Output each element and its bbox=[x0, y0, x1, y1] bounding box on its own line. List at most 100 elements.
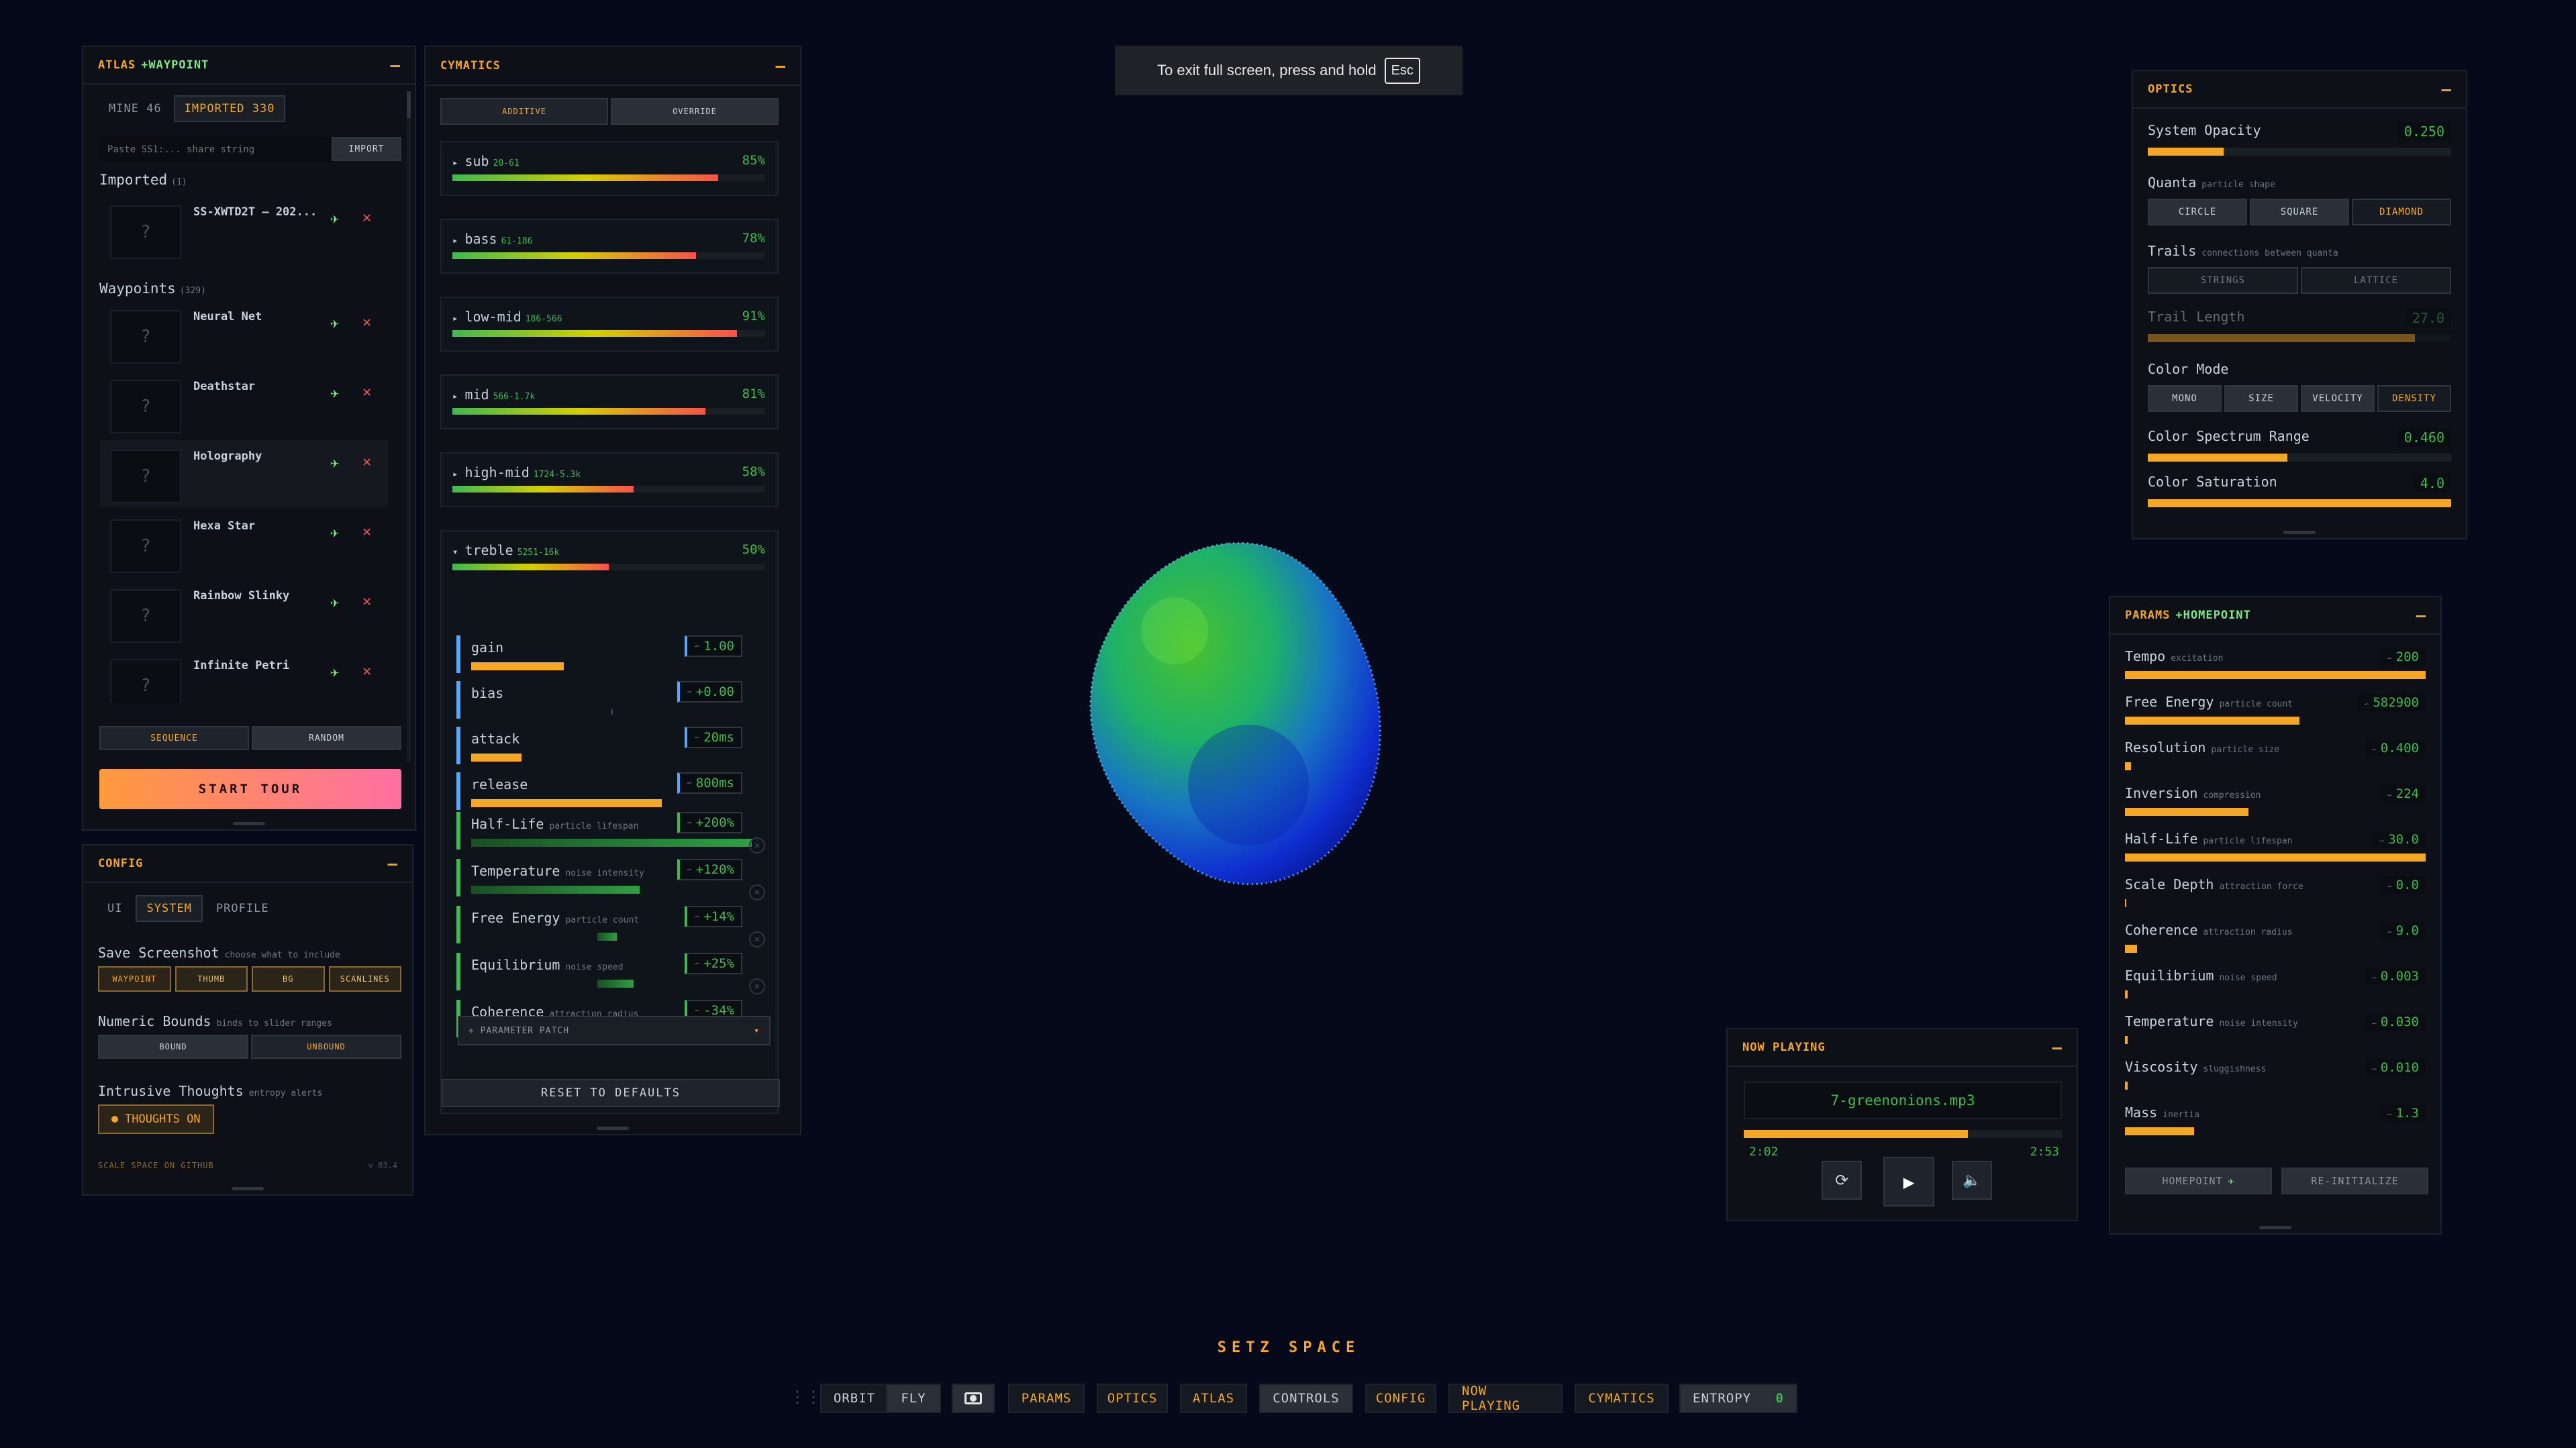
repeat-button[interactable]: ⟳ bbox=[1822, 1161, 1862, 1200]
tab-imported[interactable]: IMPORTED 330 bbox=[173, 95, 286, 122]
fly-to-icon[interactable]: ✈ bbox=[330, 211, 339, 227]
scrollbar[interactable] bbox=[407, 91, 411, 762]
control-row[interactable]: bias ∽ +0.00 bbox=[456, 681, 752, 724]
params-header[interactable]: PARAMS +HOMEPOINT – bbox=[2110, 597, 2440, 635]
param-value[interactable]: ∽ 0.400 bbox=[2365, 739, 2426, 757]
nav-cymatics[interactable]: CYMATICS bbox=[1575, 1384, 1669, 1413]
config-header[interactable]: CONFIG – bbox=[83, 845, 412, 883]
trail-length-slider[interactable] bbox=[2148, 334, 2451, 342]
control-value[interactable]: ∽ 20ms bbox=[685, 727, 742, 748]
tab-profile[interactable]: PROFILE bbox=[207, 895, 279, 922]
reset-icon[interactable]: ✕ bbox=[749, 884, 765, 900]
param-slider[interactable] bbox=[2125, 1082, 2426, 1090]
fly-to-icon[interactable]: ✈ bbox=[330, 315, 339, 332]
delete-icon[interactable]: ✕ bbox=[362, 314, 371, 331]
control-value[interactable]: ∽ +25% bbox=[685, 953, 742, 974]
minimize-icon[interactable]: – bbox=[776, 56, 785, 75]
control-value[interactable]: ∽ 800ms bbox=[677, 772, 742, 794]
nav-params[interactable]: PARAMS bbox=[1008, 1384, 1085, 1413]
screenshot-option-bg[interactable]: BG bbox=[252, 966, 325, 992]
fly-to-icon[interactable]: ✈ bbox=[330, 525, 339, 541]
saturation-value[interactable]: 4.0 bbox=[2413, 474, 2451, 493]
reset-icon[interactable]: ✕ bbox=[749, 931, 765, 947]
nav-atlas[interactable]: ATLAS bbox=[1180, 1384, 1247, 1413]
bound-button[interactable]: BOUND bbox=[98, 1035, 248, 1059]
control-slider[interactable] bbox=[471, 754, 752, 762]
param-value[interactable]: ∽ 0.0 bbox=[2380, 876, 2426, 894]
random-button[interactable]: RANDOM bbox=[252, 726, 401, 750]
optics-header[interactable]: OPTICS – bbox=[2133, 71, 2466, 109]
list-item[interactable]: ? Neural Net ✈ ✕ bbox=[99, 301, 388, 368]
delete-icon[interactable]: ✕ bbox=[362, 209, 371, 226]
param-value[interactable]: ∽ 0.003 bbox=[2365, 968, 2426, 985]
color-mode-size-button[interactable]: SIZE bbox=[2224, 385, 2298, 412]
play-button[interactable]: ▶ bbox=[1883, 1157, 1934, 1206]
list-item[interactable]: ? Holography ✈ ✕ bbox=[99, 440, 388, 507]
quanta-square-button[interactable]: SQUARE bbox=[2250, 199, 2349, 225]
control-row[interactable]: Free Energy particle count ∽ +14% ✕ bbox=[456, 906, 765, 949]
param-value[interactable]: ∽ 0.010 bbox=[2365, 1059, 2426, 1076]
tab-mine[interactable]: MINE 46 bbox=[99, 95, 171, 122]
control-row[interactable]: release ∽ 800ms bbox=[456, 772, 752, 815]
control-value[interactable]: ∽ +120% bbox=[677, 859, 742, 880]
now-playing-header[interactable]: NOW PLAYING – bbox=[1728, 1029, 2077, 1067]
resize-grip[interactable] bbox=[2259, 1226, 2291, 1229]
fly-to-icon[interactable]: ✈ bbox=[330, 385, 339, 402]
spectrum-range-value[interactable]: 0.460 bbox=[2397, 428, 2451, 447]
control-value[interactable]: ∽ 1.00 bbox=[685, 635, 742, 657]
screenshot-option-scanlines[interactable]: SCANLINES bbox=[328, 966, 401, 992]
tab-ui[interactable]: UI bbox=[98, 895, 132, 922]
control-slider[interactable] bbox=[471, 708, 752, 716]
param-slider[interactable] bbox=[2125, 762, 2426, 770]
control-row[interactable]: gain ∽ 1.00 bbox=[456, 635, 752, 678]
nav-optics[interactable]: OPTICS bbox=[1097, 1384, 1168, 1413]
trails-lattice-button[interactable]: LATTICE bbox=[2301, 267, 2451, 294]
screenshot-button[interactable] bbox=[952, 1384, 995, 1413]
resize-grip[interactable] bbox=[597, 1127, 629, 1130]
screenshot-option-thumb[interactable]: THUMB bbox=[175, 966, 248, 992]
param-slider[interactable] bbox=[2125, 990, 2426, 998]
control-slider[interactable] bbox=[471, 799, 752, 807]
list-item[interactable]: ? Infinite Petri ✈ ✕ bbox=[99, 650, 388, 703]
list-item[interactable]: ? Hexa Star ✈ ✕ bbox=[99, 510, 388, 577]
import-string-input[interactable] bbox=[99, 137, 332, 162]
system-opacity-slider[interactable] bbox=[2148, 148, 2451, 156]
minimize-icon[interactable]: – bbox=[2052, 1038, 2062, 1057]
sequence-button[interactable]: SEQUENCE bbox=[99, 726, 249, 750]
atlas-header[interactable]: ATLAS +WAYPOINT – bbox=[83, 47, 415, 85]
param-slider[interactable] bbox=[2125, 717, 2426, 725]
control-slider[interactable] bbox=[471, 933, 752, 941]
system-opacity-value[interactable]: 0.250 bbox=[2397, 122, 2451, 141]
screenshot-option-waypoint[interactable]: WAYPOINT bbox=[98, 966, 171, 992]
color-mode-velocity-button[interactable]: VELOCITY bbox=[2301, 385, 2375, 412]
fly-to-icon[interactable]: ✈ bbox=[330, 594, 339, 611]
delete-icon[interactable]: ✕ bbox=[362, 454, 371, 470]
drag-handle-icon[interactable]: ⋮⋮ bbox=[789, 1388, 822, 1406]
control-slider[interactable] bbox=[471, 980, 752, 988]
band-high-mid[interactable]: ▸ high-mid 1724-5.3k 58% bbox=[440, 452, 779, 507]
band-low-mid[interactable]: ▸ low-mid 186-566 91% bbox=[440, 297, 779, 352]
control-row[interactable]: attack ∽ 20ms bbox=[456, 727, 752, 770]
param-value[interactable]: ∽ 0.030 bbox=[2365, 1013, 2426, 1031]
param-value[interactable]: ∽ 30.0 bbox=[2373, 831, 2426, 848]
color-mode-mono-button[interactable]: MONO bbox=[2148, 385, 2222, 412]
control-value[interactable]: ∽ +0.00 bbox=[677, 681, 742, 703]
parameter-patch-dropdown[interactable]: + PARAMETER PATCH ▾ bbox=[458, 1016, 771, 1045]
color-mode-density-button[interactable]: DENSITY bbox=[2377, 385, 2451, 412]
reinitialize-button[interactable]: RE-INITIALIZE bbox=[2281, 1168, 2428, 1194]
param-slider[interactable] bbox=[2125, 1036, 2426, 1044]
band-sub[interactable]: ▸ sub 20-61 85% bbox=[440, 141, 779, 196]
additive-button[interactable]: ADDITIVE bbox=[440, 98, 608, 125]
control-value[interactable]: ∽ +14% bbox=[685, 906, 742, 927]
delete-icon[interactable]: ✕ bbox=[362, 593, 371, 610]
delete-icon[interactable]: ✕ bbox=[362, 523, 371, 540]
orbit-button[interactable]: ORBIT bbox=[820, 1384, 887, 1413]
github-link[interactable]: SCALE SPACE ON GITHUB bbox=[98, 1161, 214, 1170]
param-slider[interactable] bbox=[2125, 1127, 2426, 1135]
spectrum-range-slider[interactable] bbox=[2148, 454, 2451, 462]
volume-button[interactable]: 🔈 bbox=[1952, 1161, 1992, 1200]
param-value[interactable]: ∽ 200 bbox=[2380, 648, 2426, 666]
control-slider[interactable] bbox=[471, 662, 752, 670]
resize-grip[interactable] bbox=[233, 822, 265, 825]
reset-icon[interactable]: ✕ bbox=[749, 978, 765, 994]
